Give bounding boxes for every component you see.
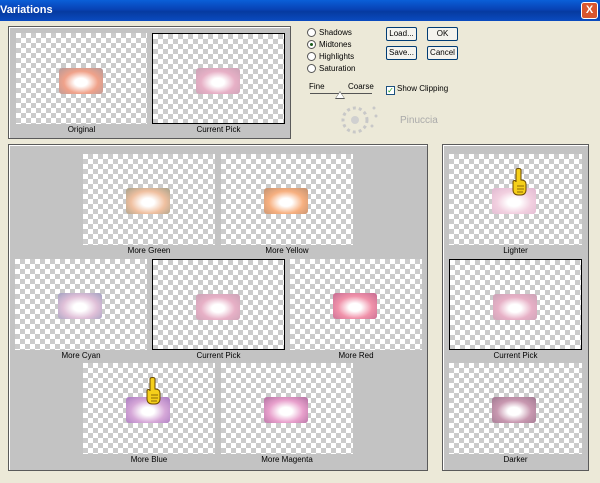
pointing-hand-icon bbox=[146, 377, 161, 405]
tile-more-green[interactable]: More Green bbox=[83, 154, 215, 257]
close-icon: X bbox=[585, 4, 594, 16]
tile-current-pick-top[interactable]: Current Pick bbox=[152, 33, 285, 136]
thumb-darker bbox=[449, 363, 582, 454]
tile-current-pick-light[interactable]: Current Pick bbox=[449, 259, 582, 362]
tile-more-yellow[interactable]: More Yellow bbox=[221, 154, 353, 257]
tile-more-magenta[interactable]: More Magenta bbox=[221, 363, 353, 466]
thumb-more-magenta bbox=[221, 363, 353, 454]
glow-image bbox=[58, 293, 102, 319]
tile-original: Original bbox=[16, 33, 147, 136]
load-button[interactable]: Load... bbox=[386, 27, 417, 41]
gear-sparkle-icon bbox=[341, 106, 378, 134]
thumb-lighter bbox=[449, 154, 582, 245]
thumb-current-pick bbox=[152, 33, 285, 124]
glow-image bbox=[492, 397, 536, 423]
show-clipping-checkbox[interactable]: ✓ Show Clipping bbox=[386, 83, 448, 95]
thumb-more-green bbox=[83, 154, 215, 245]
thumb-current-pick bbox=[449, 259, 582, 350]
thumb-more-red bbox=[290, 259, 422, 350]
glow-image bbox=[196, 68, 240, 94]
tile-label: More Blue bbox=[130, 455, 168, 464]
tile-label: Darker bbox=[503, 455, 528, 464]
tile-label: Original bbox=[67, 125, 96, 134]
cancel-button[interactable]: Cancel bbox=[427, 46, 458, 60]
radio-shadows[interactable]: Shadows bbox=[307, 27, 352, 39]
radio-highlights[interactable]: Highlights bbox=[307, 51, 354, 63]
glow-image bbox=[264, 188, 308, 214]
ok-button[interactable]: OK bbox=[427, 27, 458, 41]
tile-label: Current Pick bbox=[196, 125, 241, 134]
thumb-more-cyan bbox=[15, 259, 147, 350]
tile-label: Current Pick bbox=[196, 351, 241, 360]
pointing-hand-icon bbox=[512, 168, 527, 196]
thumb-more-blue bbox=[83, 363, 215, 454]
radio-indicator bbox=[307, 64, 316, 73]
watermark-text: Pinuccia bbox=[400, 115, 438, 126]
tile-more-cyan[interactable]: More Cyan bbox=[15, 259, 147, 362]
radio-indicator bbox=[307, 40, 316, 49]
check-icon: ✓ bbox=[386, 86, 395, 95]
tile-label: More Cyan bbox=[61, 351, 101, 360]
glow-image bbox=[493, 294, 537, 320]
fine-label: Fine bbox=[309, 82, 325, 91]
close-button[interactable]: X bbox=[581, 2, 598, 19]
thumb-more-yellow bbox=[221, 154, 353, 245]
tile-label: More Yellow bbox=[265, 246, 309, 255]
tile-lighter[interactable]: Lighter bbox=[449, 154, 582, 257]
tile-label: Lighter bbox=[503, 246, 528, 255]
window-title: Variations bbox=[0, 4, 53, 16]
fine-coarse-slider-thumb[interactable] bbox=[335, 91, 345, 99]
tile-label: More Green bbox=[127, 246, 171, 255]
lightness-panel: Lighter Current Pick Darker bbox=[442, 144, 589, 471]
save-button[interactable]: Save... bbox=[386, 46, 417, 60]
glow-image bbox=[264, 397, 308, 423]
radio-indicator bbox=[307, 28, 316, 37]
hue-variations-panel: More Green More Yellow More Cyan Current… bbox=[8, 144, 428, 471]
thumb-current-pick bbox=[152, 259, 285, 350]
glow-image bbox=[59, 68, 103, 94]
tile-more-red[interactable]: More Red bbox=[290, 259, 422, 362]
tile-darker[interactable]: Darker bbox=[449, 363, 582, 466]
title-bar: Variations X bbox=[0, 0, 600, 21]
radio-indicator bbox=[307, 52, 316, 61]
radio-midtones[interactable]: Midtones bbox=[307, 39, 351, 51]
glow-image bbox=[126, 188, 170, 214]
coarse-label: Coarse bbox=[348, 82, 374, 91]
glow-image bbox=[333, 293, 377, 319]
glow-image bbox=[196, 294, 240, 320]
thumb-original bbox=[16, 33, 147, 124]
radio-saturation[interactable]: Saturation bbox=[307, 63, 355, 75]
tile-current-pick-hue[interactable]: Current Pick bbox=[152, 259, 285, 362]
preview-panel: Original Current Pick bbox=[8, 26, 291, 139]
tile-label: More Magenta bbox=[261, 455, 313, 464]
tile-more-blue[interactable]: More Blue bbox=[83, 363, 215, 466]
tile-label: Current Pick bbox=[493, 351, 538, 360]
tile-label: More Red bbox=[338, 351, 374, 360]
